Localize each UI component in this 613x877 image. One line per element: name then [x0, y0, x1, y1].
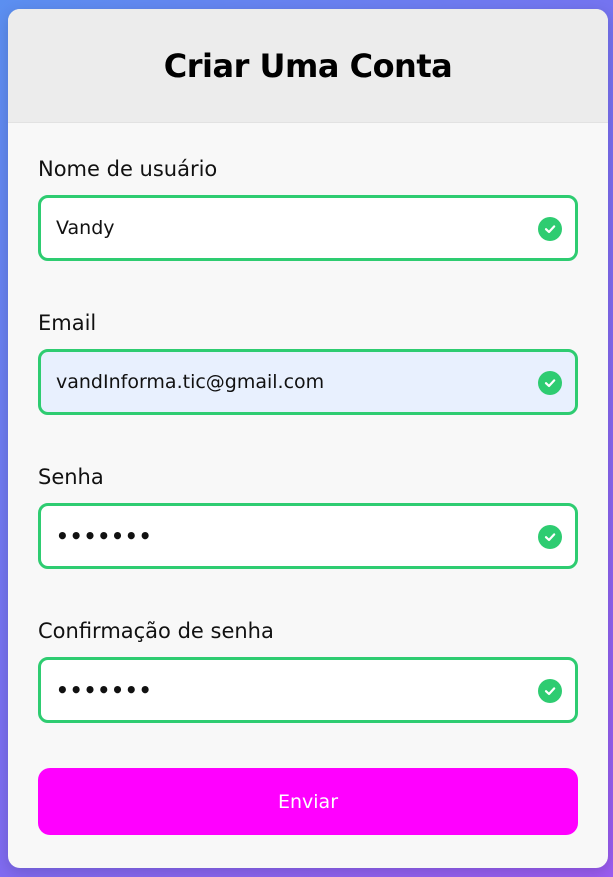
- signup-form: Nome de usuário Email Senha: [8, 123, 608, 835]
- confirm-password-label: Confirmação de senha: [38, 619, 274, 643]
- username-input[interactable]: [41, 198, 575, 258]
- confirm-password-field-group: Confirmação de senha: [38, 569, 578, 723]
- submit-button[interactable]: Enviar: [38, 768, 578, 835]
- check-circle-icon: [538, 217, 562, 241]
- email-label: Email: [38, 311, 97, 335]
- check-circle-icon: [538, 525, 562, 549]
- username-label: Nome de usuário: [38, 157, 218, 181]
- password-input-wrapper: [38, 503, 578, 569]
- signup-card: Criar Uma Conta Nome de usuário Email Se…: [8, 9, 608, 868]
- check-circle-icon: [538, 679, 562, 703]
- confirm-password-input-wrapper: [38, 657, 578, 723]
- email-input[interactable]: [41, 352, 575, 412]
- password-input[interactable]: [41, 506, 575, 566]
- username-input-wrapper: [38, 195, 578, 261]
- password-field-group: Senha: [38, 415, 578, 569]
- check-circle-icon: [538, 371, 562, 395]
- page-title: Criar Uma Conta: [163, 46, 453, 85]
- password-label: Senha: [38, 465, 104, 489]
- card-header: Criar Uma Conta: [8, 9, 608, 123]
- confirm-password-input[interactable]: [41, 660, 575, 720]
- username-field-group: Nome de usuário: [38, 123, 578, 261]
- email-field-group: Email: [38, 261, 578, 415]
- email-input-wrapper: [38, 349, 578, 415]
